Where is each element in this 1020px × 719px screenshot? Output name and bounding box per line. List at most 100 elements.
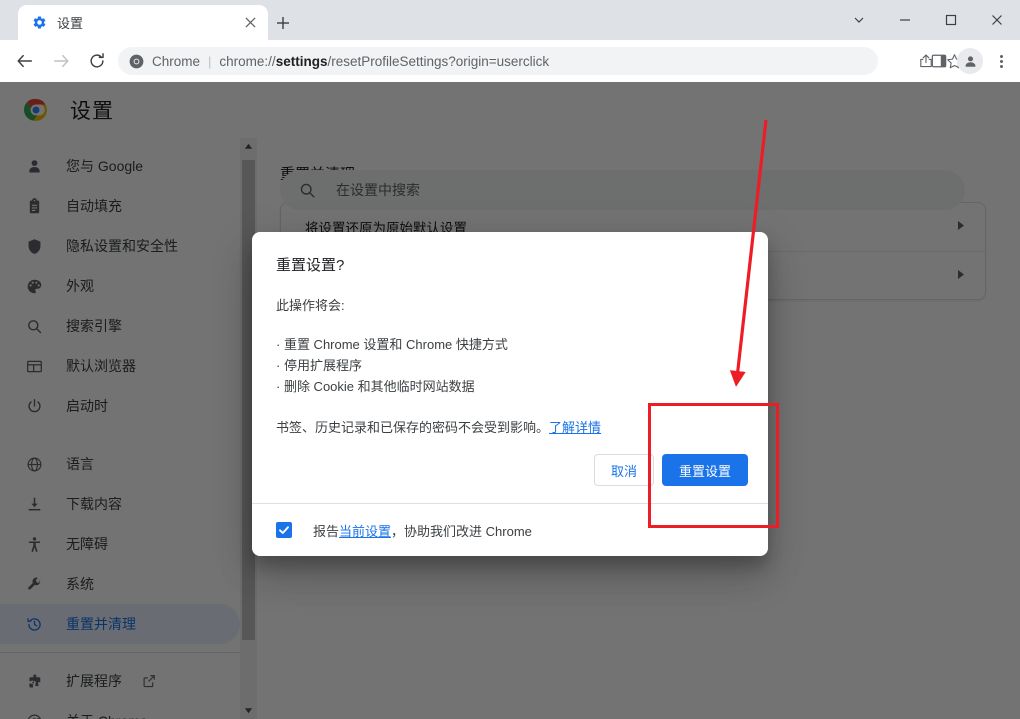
external-link-icon (142, 674, 156, 688)
sidebar-item-languages[interactable]: 语言 (0, 444, 240, 484)
dialog-bullet: · 删除 Cookie 和其他临时网站数据 (276, 379, 475, 394)
sidebar-label: 关于 Chrome (66, 711, 148, 719)
chevron-right-icon (956, 269, 965, 283)
sidebar-divider (0, 652, 240, 653)
browser-window: 设置 Chrome | chrome://settings/resetProfi… (0, 0, 1020, 719)
checkbox-prefix: 报告 (313, 523, 340, 539)
sidebar-label: 无障碍 (66, 536, 108, 552)
current-settings-link[interactable]: 当前设置 (339, 524, 391, 539)
url-bold: settings (275, 53, 328, 69)
browser-tab-settings[interactable]: 设置 (18, 5, 268, 40)
sidebar-label: 下载内容 (66, 496, 122, 512)
sidebar-label: 隐私设置和安全性 (66, 238, 178, 254)
report-settings-row[interactable]: 报告当前设置，协助我们改进 Chrome (252, 504, 768, 556)
sidebar-item-extensions[interactable]: 扩展程序 (0, 661, 240, 701)
new-tab-button[interactable] (268, 8, 298, 38)
sidebar-label: 默认浏览器 (66, 358, 136, 374)
sidebar-item-system[interactable]: 系统 (0, 564, 240, 604)
window-controls (836, 0, 1020, 40)
sidebar-item-you-and-google[interactable]: 您与 Google (0, 146, 240, 186)
sidebar-item-default-browser[interactable]: 默认浏览器 (0, 346, 240, 386)
url-suffix: /resetProfileSettings?origin=userclick (327, 53, 550, 69)
forward-arrow-icon[interactable] (46, 46, 76, 76)
search-icon (298, 181, 316, 199)
scroll-up-arrow-icon[interactable] (240, 138, 257, 155)
dialog-lead-text: 此操作将会: (276, 298, 345, 313)
address-bar[interactable]: Chrome | chrome://settings/resetProfileS… (118, 47, 878, 75)
sidebar-label: 您与 Google (66, 158, 144, 174)
reset-settings-dialog: 重置设置? 此操作将会: · 重置 Chrome 设置和 Chrome 快捷方式… (252, 232, 768, 556)
sidebar-item-appearance[interactable]: 外观 (0, 266, 240, 306)
sidebar-label: 自动填充 (66, 198, 122, 214)
clipboard-icon (24, 196, 44, 216)
browser-icon (24, 356, 44, 376)
back-arrow-icon[interactable] (10, 46, 40, 76)
sidebar-item-on-startup[interactable]: 启动时 (0, 386, 240, 426)
download-icon (24, 494, 44, 514)
gear-icon (31, 15, 47, 31)
sidebar-label: 搜索引擎 (66, 318, 122, 334)
cancel-button[interactable]: 取消 (593, 454, 654, 486)
scroll-down-arrow-icon[interactable] (240, 702, 257, 719)
sidebar-label: 扩展程序 (66, 673, 122, 689)
dialog-body: 重置设置? 此操作将会: · 重置 Chrome 设置和 Chrome 快捷方式… (252, 232, 768, 436)
close-window-icon[interactable] (974, 0, 1020, 40)
sidebar-item-privacy-security[interactable]: 隐私设置和安全性 (0, 226, 240, 266)
checkbox-suffix: ，协助我们改进 Chrome (391, 523, 532, 539)
report-settings-checkbox[interactable] (276, 522, 292, 538)
wrench-icon (24, 574, 44, 594)
toolbar-right-actions (924, 46, 1016, 76)
sidebar-item-search-engine[interactable]: 搜索引擎 (0, 306, 240, 346)
chrome-circle-icon (24, 711, 44, 719)
omnibox-url: chrome://settings/resetProfileSettings?o… (219, 54, 872, 69)
puzzle-icon (24, 671, 44, 691)
globe-icon (24, 454, 44, 474)
sidebar-item-about-chrome[interactable]: 关于 Chrome (0, 701, 240, 719)
avatar[interactable] (957, 48, 983, 74)
sidebar-item-downloads[interactable]: 下载内容 (0, 484, 240, 524)
omnibox-separator: | (208, 53, 212, 69)
dialog-actions: 取消 重置设置 (593, 454, 748, 486)
report-settings-label: 报告当前设置，协助我们改进 Chrome (313, 521, 532, 540)
dialog-footnote: 书签、历史记录和已保存的密码不会受到影响。了解详情 (276, 417, 744, 436)
chevron-down-icon[interactable] (836, 0, 882, 40)
settings-search-bar[interactable] (280, 170, 965, 210)
minimize-icon[interactable] (882, 0, 928, 40)
history-reset-icon (24, 614, 44, 634)
sidebar-item-accessibility[interactable]: 无障碍 (0, 524, 240, 564)
dialog-bullet-list: · 重置 Chrome 设置和 Chrome 快捷方式 · 停用扩展程序 · 删… (276, 334, 744, 397)
sidebar-label: 外观 (66, 278, 94, 294)
chrome-logo-icon (24, 98, 48, 122)
dialog-bullet: · 重置 Chrome 设置和 Chrome 快捷方式 (276, 337, 508, 352)
omnibox-scheme-label: Chrome (152, 53, 201, 69)
close-icon[interactable] (238, 11, 262, 35)
maximize-icon[interactable] (928, 0, 974, 40)
power-icon (24, 396, 44, 416)
chevron-right-icon (956, 220, 965, 234)
settings-sidebar: 您与 Google 自动填充 隐私设置和安全性 外观 搜索引擎 默认浏览器 启动… (0, 138, 240, 719)
tab-strip: 设置 (0, 0, 1020, 40)
search-input[interactable] (334, 171, 965, 209)
search-icon (24, 316, 44, 336)
dialog-footnote-text: 书签、历史记录和已保存的密码不会受到影响。 (276, 420, 550, 435)
tab-title: 设置 (57, 16, 84, 31)
palette-icon (24, 276, 44, 296)
shield-icon (24, 236, 44, 256)
dialog-bullet: · 停用扩展程序 (276, 358, 362, 373)
sidebar-item-reset-and-cleanup[interactable]: 重置并清理 (0, 604, 240, 644)
accessibility-icon (24, 534, 44, 554)
reset-settings-button[interactable]: 重置设置 (661, 454, 748, 486)
url-prefix: chrome:// (219, 53, 276, 69)
three-dot-menu-icon[interactable] (986, 46, 1016, 76)
learn-more-link[interactable]: 了解详情 (549, 420, 601, 435)
person-icon (24, 156, 44, 176)
chrome-icon (128, 53, 144, 69)
sidebar-item-autofill[interactable]: 自动填充 (0, 186, 240, 226)
side-panel-icon[interactable] (924, 46, 954, 76)
reload-icon[interactable] (82, 46, 112, 76)
sidebar-label: 系统 (66, 576, 94, 592)
browser-toolbar: Chrome | chrome://settings/resetProfileS… (0, 40, 1020, 82)
page-title: 设置 (70, 100, 114, 123)
dialog-title: 重置设置? (276, 257, 345, 274)
